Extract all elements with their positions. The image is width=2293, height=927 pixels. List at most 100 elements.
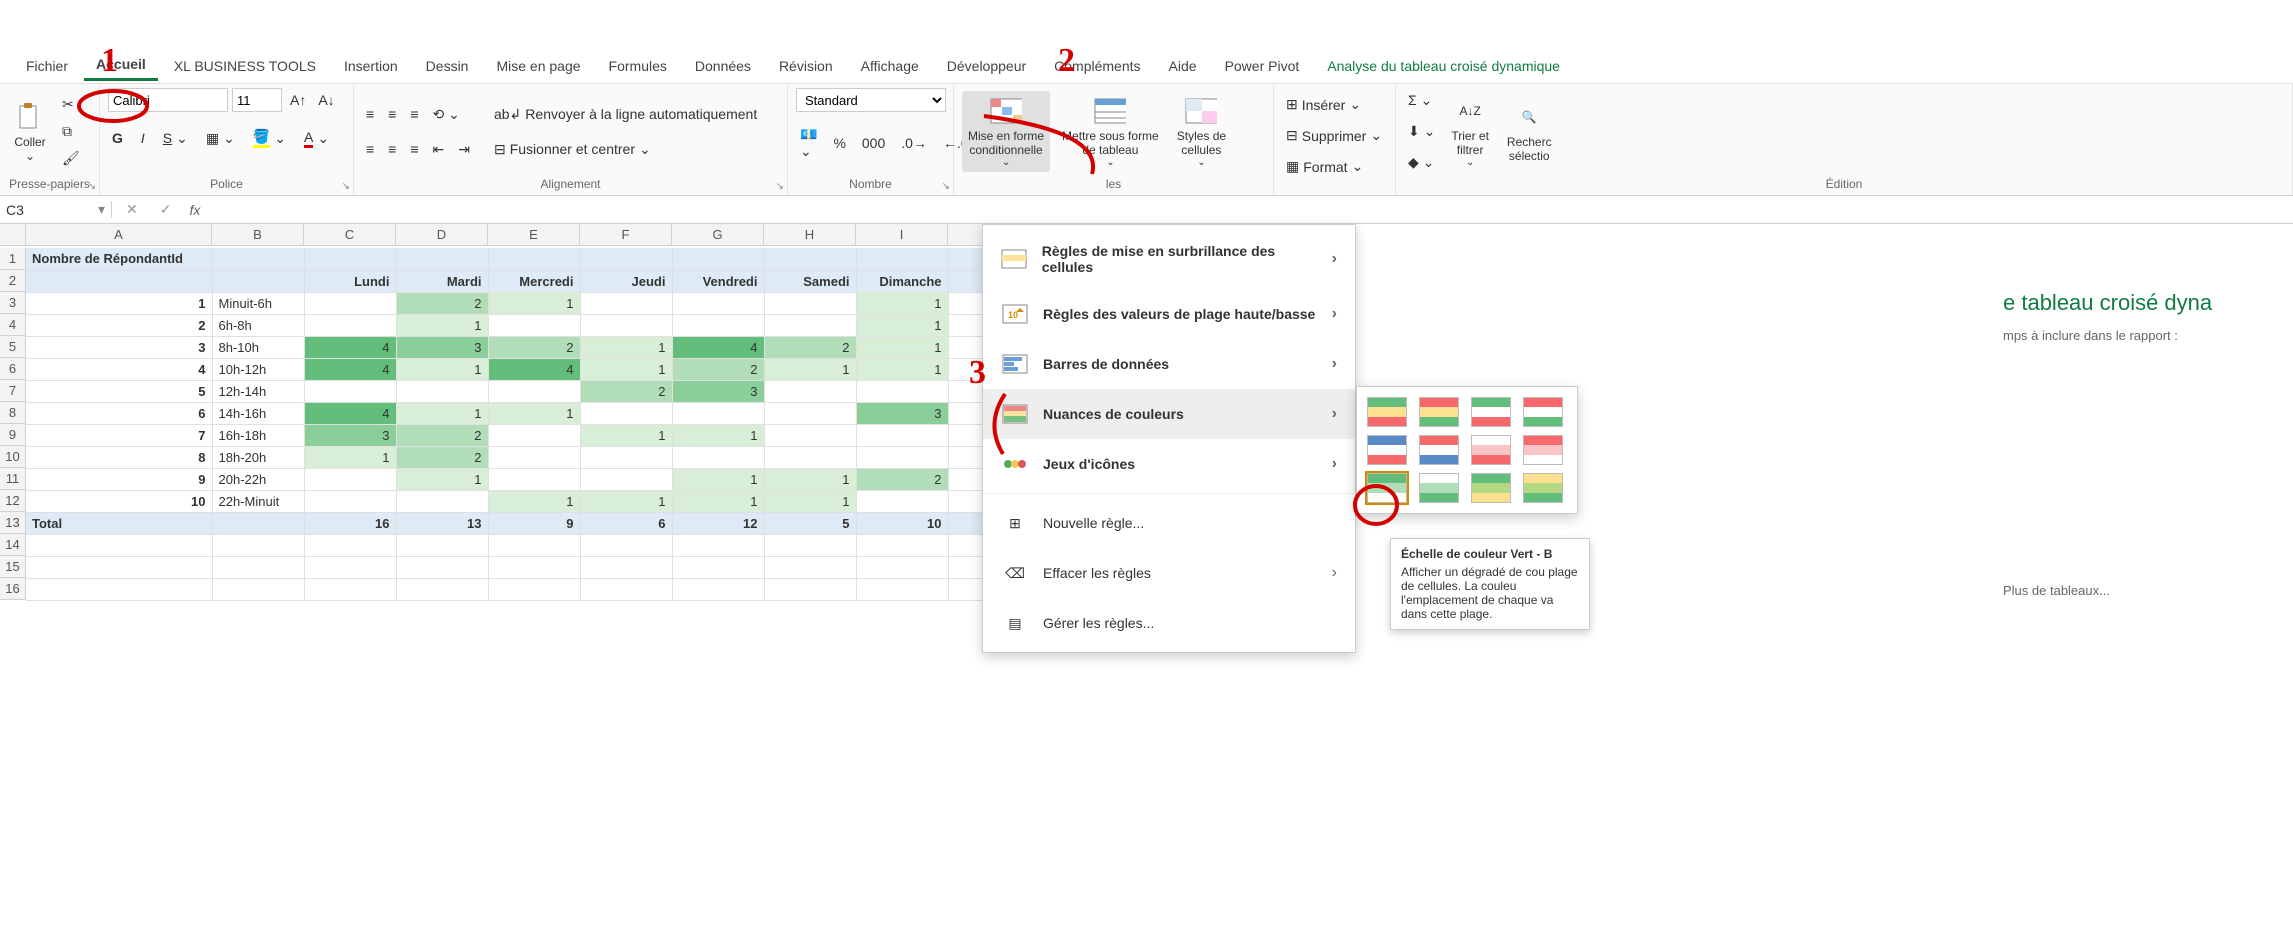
cell[interactable]: 1	[856, 292, 948, 314]
cell[interactable]: 22h-Minuit	[212, 490, 304, 512]
row-header-3[interactable]: 3	[0, 292, 26, 314]
cell[interactable]: 4	[26, 358, 212, 380]
border-button[interactable]: ▦ ⌄	[202, 124, 239, 152]
cell[interactable]: 3	[304, 424, 396, 446]
cell[interactable]	[488, 248, 580, 270]
cell[interactable]	[396, 556, 488, 578]
sort-filter-button[interactable]: A↓Z Trier etfiltrer ⌄	[1445, 91, 1495, 172]
cell[interactable]	[580, 248, 672, 270]
cell[interactable]	[672, 314, 764, 336]
tab-aide[interactable]: Aide	[1157, 52, 1209, 80]
increase-indent-button[interactable]: ⇥	[454, 137, 474, 162]
cell[interactable]	[488, 446, 580, 468]
underline-button[interactable]: S ⌄	[159, 124, 192, 152]
cf-highlight-rules[interactable]: Règles de mise en surbrillance des cellu…	[983, 229, 1355, 289]
align-left-button[interactable]: ≡	[362, 137, 378, 162]
cs-white-green[interactable]	[1419, 473, 1459, 503]
font-family-combo[interactable]	[108, 88, 228, 112]
row-header-1[interactable]: 1	[0, 248, 26, 270]
cell[interactable]: 1	[672, 468, 764, 490]
merge-center-button[interactable]: ⊟ Fusionner et centrer ⌄	[490, 137, 761, 162]
cell[interactable]: 1	[764, 468, 856, 490]
col-header-A[interactable]: A	[26, 224, 212, 246]
cell[interactable]: 1	[488, 292, 580, 314]
tab-accueil[interactable]: Accueil	[84, 50, 158, 81]
cell[interactable]	[580, 446, 672, 468]
cell[interactable]	[488, 534, 580, 556]
cell[interactable]: 10	[856, 512, 948, 534]
cell[interactable]: 2	[26, 314, 212, 336]
copy-button[interactable]: ⧉	[58, 119, 84, 144]
cell[interactable]: 13	[396, 512, 488, 534]
bold-button[interactable]: G	[108, 124, 127, 152]
cell[interactable]: Mercredi	[488, 270, 580, 292]
cell[interactable]: Vendredi	[672, 270, 764, 292]
tab-formules[interactable]: Formules	[597, 52, 679, 80]
delete-cells-button[interactable]: ⊟ Supprimer ⌄	[1282, 123, 1386, 148]
cell[interactable]	[856, 380, 948, 402]
cell[interactable]	[764, 314, 856, 336]
conditional-formatting-button[interactable]: Mise en formeconditionnelle ⌄	[962, 91, 1050, 172]
cs-red-white-blue[interactable]	[1419, 435, 1459, 465]
cell[interactable]	[396, 534, 488, 556]
col-header-D[interactable]: D	[396, 224, 488, 246]
row-header-11[interactable]: 11	[0, 468, 26, 490]
cell[interactable]: 1	[580, 424, 672, 446]
italic-button[interactable]: I	[137, 124, 149, 152]
cell[interactable]	[580, 292, 672, 314]
cell[interactable]: 1	[856, 336, 948, 358]
cell[interactable]	[672, 534, 764, 556]
tab-mep[interactable]: Mise en page	[484, 52, 592, 80]
row-header-9[interactable]: 9	[0, 424, 26, 446]
tab-dessin[interactable]: Dessin	[414, 52, 481, 80]
col-header-I[interactable]: I	[856, 224, 948, 246]
cell[interactable]: 16h-18h	[212, 424, 304, 446]
cell[interactable]	[26, 578, 212, 600]
cell[interactable]	[856, 446, 948, 468]
cf-manage-rules[interactable]: ▤Gérer les règles...	[983, 598, 1355, 648]
cf-clear-rules[interactable]: ⌫Effacer les règles	[983, 548, 1355, 598]
cell[interactable]	[304, 292, 396, 314]
row-header-2[interactable]: 2	[0, 270, 26, 292]
tab-powerpivot[interactable]: Power Pivot	[1213, 52, 1312, 80]
cell[interactable]	[764, 402, 856, 424]
cell[interactable]	[856, 490, 948, 512]
tab-analyse-tcd[interactable]: Analyse du tableau croisé dynamique	[1315, 52, 1572, 80]
cell[interactable]	[580, 534, 672, 556]
cell[interactable]	[212, 578, 304, 600]
cf-icon-sets[interactable]: Jeux d'icônes	[983, 439, 1355, 489]
cell[interactable]: 3	[672, 380, 764, 402]
cell[interactable]	[580, 556, 672, 578]
cell[interactable]	[304, 556, 396, 578]
cut-button[interactable]: ✂	[58, 92, 84, 117]
panel-more-tables[interactable]: Plus de tableaux...	[2003, 583, 2283, 598]
cell[interactable]	[304, 534, 396, 556]
row-header-6[interactable]: 6	[0, 358, 26, 380]
tab-dev[interactable]: Développeur	[935, 52, 1038, 80]
cell[interactable]: 9	[488, 512, 580, 534]
cell[interactable]: 1	[304, 446, 396, 468]
cell[interactable]	[580, 314, 672, 336]
cell[interactable]	[488, 578, 580, 600]
cell[interactable]	[764, 534, 856, 556]
cell[interactable]	[212, 534, 304, 556]
cell[interactable]	[304, 468, 396, 490]
cell[interactable]: Jeudi	[580, 270, 672, 292]
cs-green-white-red[interactable]	[1471, 397, 1511, 427]
align-middle-button[interactable]: ≡	[384, 102, 400, 127]
tab-insertion[interactable]: Insertion	[332, 52, 410, 80]
cell[interactable]	[396, 490, 488, 512]
cell[interactable]: 6h-8h	[212, 314, 304, 336]
cell[interactable]: Total	[26, 512, 212, 534]
cell[interactable]: 2	[396, 292, 488, 314]
cell[interactable]	[26, 534, 212, 556]
tab-fichier[interactable]: Fichier	[14, 52, 80, 80]
cell[interactable]: 10h-12h	[212, 358, 304, 380]
increase-font-button[interactable]: A↑	[286, 88, 310, 112]
cell[interactable]	[26, 270, 212, 292]
format-cells-button[interactable]: ▦ Format ⌄	[1282, 154, 1367, 179]
cell[interactable]: Mardi	[396, 270, 488, 292]
grid[interactable]: Nombre de RépondantIdLundiMardiMercrediJ…	[26, 248, 1041, 601]
clear-button[interactable]: ◆ ⌄	[1404, 150, 1439, 175]
cell[interactable]: 5	[764, 512, 856, 534]
